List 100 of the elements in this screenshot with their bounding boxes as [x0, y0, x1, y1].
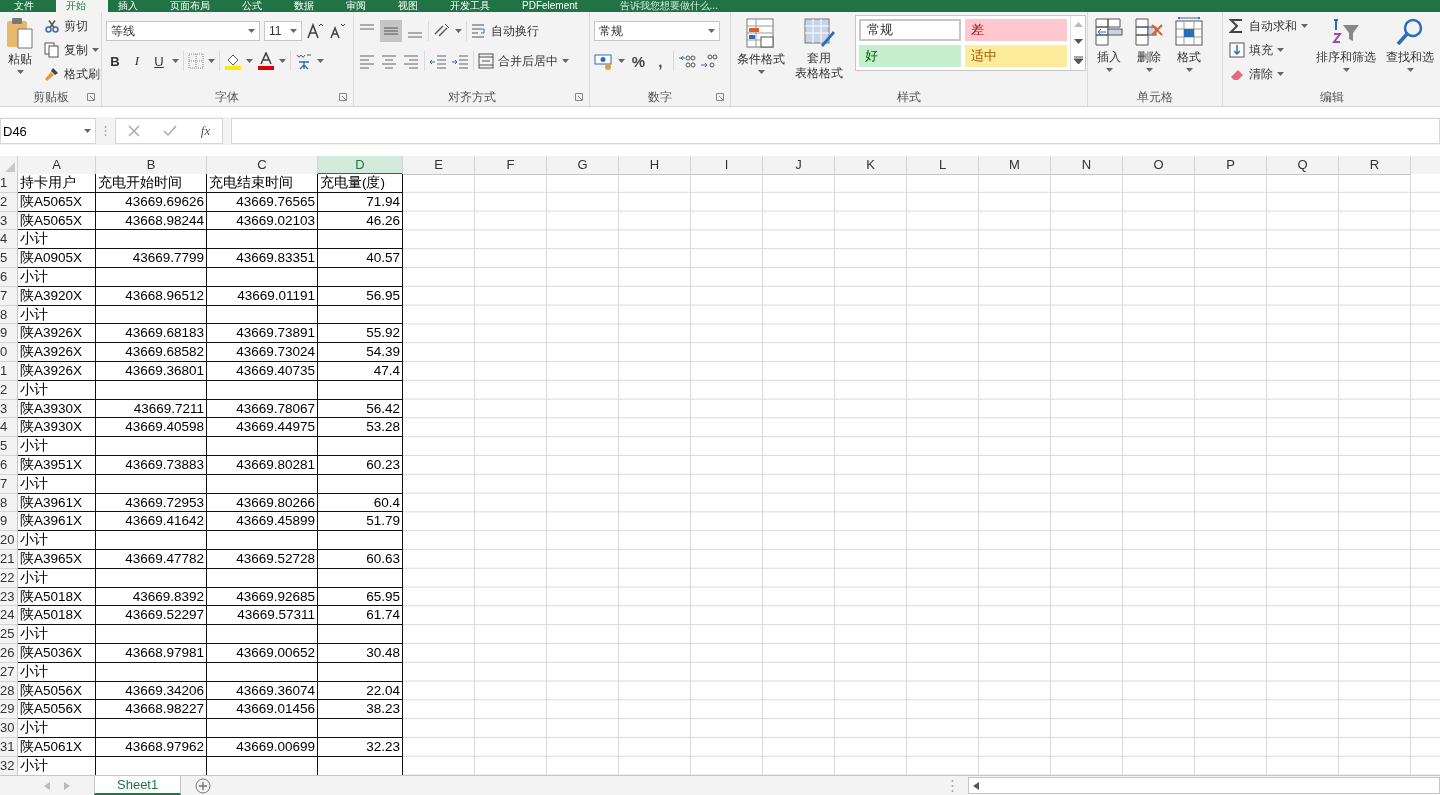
- dropdown-caret-icon[interactable]: [454, 29, 462, 33]
- row-header[interactable]: 4: [0, 230, 18, 250]
- align-right-icon[interactable]: [401, 52, 420, 70]
- column-header[interactable]: H: [619, 156, 691, 175]
- dropdown-caret-icon[interactable]: [208, 59, 215, 63]
- dialog-launcher-icon[interactable]: [575, 93, 584, 101]
- cancel-icon[interactable]: [127, 125, 140, 137]
- row-header[interactable]: 20: [0, 531, 18, 550]
- dialog-launcher-icon[interactable]: [716, 93, 725, 101]
- delete-button[interactable]: 删除: [1132, 15, 1167, 74]
- align-middle-icon[interactable]: [379, 20, 402, 42]
- row-header[interactable]: 24: [0, 606, 18, 626]
- row-header[interactable]: 30: [0, 719, 18, 738]
- wrap-text-button[interactable]: 自动换行: [470, 20, 539, 42]
- row-header[interactable]: 25: [0, 625, 18, 644]
- increase-decimal-icon[interactable]: [678, 52, 697, 70]
- column-header[interactable]: J: [763, 156, 835, 175]
- ribbon-tab[interactable]: 公式: [232, 0, 284, 12]
- currency-icon[interactable]: [594, 52, 615, 70]
- format-as-table-button[interactable]: 套用 表格格式: [793, 15, 846, 83]
- column-header[interactable]: G: [547, 156, 619, 175]
- ribbon-tab[interactable]: 插入: [108, 0, 160, 12]
- dialog-launcher-icon[interactable]: [87, 93, 95, 101]
- add-sheet-icon[interactable]: [195, 777, 212, 794]
- ribbon-tab[interactable]: PDFelement: [512, 0, 600, 12]
- cut-button[interactable]: 剪切: [44, 15, 100, 37]
- cell-style-option[interactable]: 好: [859, 45, 962, 67]
- bold-button[interactable]: B: [106, 53, 124, 69]
- clear-button[interactable]: 清除: [1229, 63, 1308, 85]
- tell-me-search[interactable]: 告诉我您想要做什么...: [619, 0, 718, 12]
- row-header[interactable]: 5: [0, 437, 18, 456]
- format-painter-button[interactable]: 格式刷: [44, 63, 100, 85]
- fill-color-icon[interactable]: [224, 52, 242, 70]
- cell-style-option[interactable]: 差: [965, 19, 1068, 41]
- row-header[interactable]: 9: [0, 324, 18, 344]
- column-header[interactable]: K: [835, 156, 907, 175]
- column-header[interactable]: M: [979, 156, 1051, 175]
- name-box[interactable]: D46: [0, 118, 96, 144]
- dropdown-caret-icon[interactable]: [317, 59, 324, 63]
- decrease-indent-icon[interactable]: [428, 52, 447, 70]
- italic-button[interactable]: I: [128, 53, 146, 69]
- find-select-button[interactable]: 查找和选: [1384, 15, 1436, 74]
- column-header[interactable]: O: [1123, 156, 1195, 175]
- increase-font-size-icon[interactable]: [306, 22, 324, 40]
- column-header[interactable]: L: [907, 156, 979, 175]
- align-left-icon[interactable]: [357, 52, 376, 70]
- dialog-launcher-icon[interactable]: [338, 93, 347, 101]
- decrease-font-size-icon[interactable]: [328, 22, 346, 40]
- scroll-left-icon[interactable]: [973, 781, 979, 790]
- ribbon-tab[interactable]: 文件: [4, 0, 56, 12]
- copy-button[interactable]: 复制: [44, 39, 100, 61]
- cell-style-option[interactable]: 适中: [965, 45, 1068, 67]
- column-header[interactable]: Q: [1267, 156, 1339, 175]
- format-button[interactable]: 格式: [1172, 15, 1207, 74]
- percent-button[interactable]: %: [629, 52, 648, 70]
- comma-style-button[interactable]: ,: [651, 52, 670, 70]
- decrease-decimal-icon[interactable]: [700, 52, 719, 70]
- align-center-icon[interactable]: [379, 52, 398, 70]
- ribbon-tab[interactable]: 页面布局: [160, 0, 232, 12]
- font-family-field[interactable]: 等线: [106, 21, 260, 41]
- scroll-up-icon[interactable]: [1073, 22, 1083, 27]
- dropdown-caret-icon[interactable]: [172, 59, 179, 63]
- row-header[interactable]: 4: [0, 418, 18, 438]
- insert-function-button[interactable]: fx: [200, 123, 211, 139]
- ribbon-tab[interactable]: 开发工具: [440, 0, 512, 12]
- ribbon-tab[interactable]: 开始: [56, 0, 108, 12]
- dropdown-caret-icon[interactable]: [618, 59, 626, 63]
- underline-button[interactable]: U: [150, 53, 168, 69]
- cell-style-option[interactable]: 常规: [859, 19, 962, 41]
- ribbon-tab[interactable]: 数据: [284, 0, 336, 12]
- horizontal-scrollbar[interactable]: [968, 777, 1440, 794]
- column-header[interactable]: N: [1051, 156, 1123, 175]
- fill-button[interactable]: 填充: [1229, 39, 1308, 61]
- number-format-field[interactable]: 常规: [594, 21, 721, 41]
- column-header[interactable]: E: [403, 156, 475, 175]
- dropdown-caret-icon[interactable]: [279, 59, 286, 63]
- formula-input[interactable]: [231, 118, 1440, 144]
- ribbon-tab[interactable]: 视图: [388, 0, 440, 12]
- column-header[interactable]: F: [475, 156, 547, 175]
- dropdown-caret-icon[interactable]: [246, 59, 253, 63]
- column-header[interactable]: R: [1339, 156, 1411, 175]
- sort-filter-button[interactable]: 排序和筛选: [1314, 15, 1378, 74]
- column-header[interactable]: I: [691, 156, 763, 175]
- scroll-down-icon[interactable]: [1073, 39, 1083, 44]
- font-size-field[interactable]: 11: [264, 21, 302, 41]
- insert-button[interactable]: 插入: [1092, 15, 1127, 74]
- column-header[interactable]: P: [1195, 156, 1267, 175]
- row-header[interactable]: 29: [0, 700, 18, 720]
- more-icon[interactable]: [1073, 56, 1083, 64]
- conditional-formatting-button[interactable]: 条件格式: [735, 15, 788, 76]
- row-header[interactable]: 0: [0, 343, 18, 362]
- ribbon-tab[interactable]: 审阅: [336, 0, 388, 12]
- sheet-tab[interactable]: Sheet1: [94, 776, 182, 795]
- increase-indent-icon[interactable]: [450, 52, 469, 70]
- paste-button[interactable]: 粘贴: [4, 15, 36, 76]
- scroll-right-icon[interactable]: [64, 781, 70, 790]
- autosum-button[interactable]: 自动求和: [1229, 15, 1308, 37]
- row-header[interactable]: 9: [0, 512, 18, 532]
- splitter-icon[interactable]: [951, 778, 954, 793]
- row-header[interactable]: 5: [0, 249, 18, 268]
